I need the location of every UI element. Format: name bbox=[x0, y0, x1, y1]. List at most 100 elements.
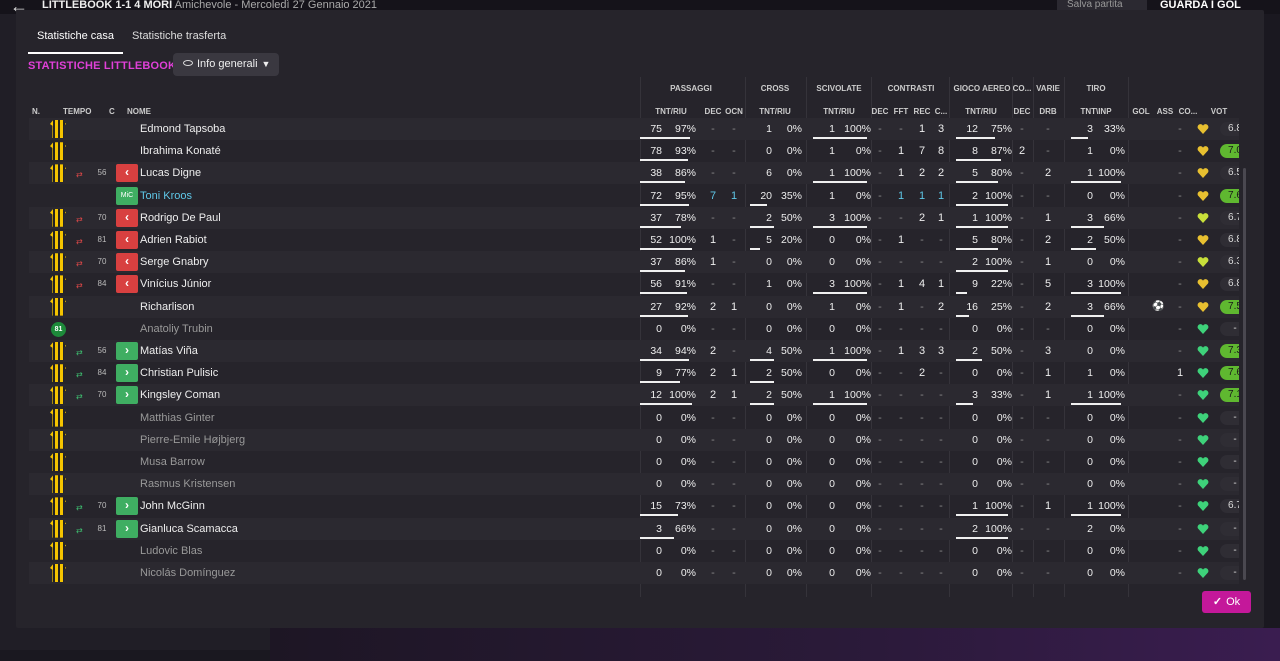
pass-dec: - bbox=[711, 211, 715, 224]
table-row[interactable]: ⇄ 70 ‹ Rodrigo De Paul 37 78% - -2 50% 3 100% - -2 1 1… bbox=[29, 206, 1239, 229]
col-con-c[interactable]: C... bbox=[933, 107, 949, 116]
shirt-icon bbox=[50, 541, 66, 560]
assists: 1 bbox=[1176, 367, 1184, 380]
con-dec: - bbox=[878, 256, 882, 269]
col-aereo-tnt[interactable]: TNT/RIU bbox=[950, 107, 1012, 116]
table-row[interactable]: ⇄ 70 › John McGinn 15 73% - -0 0% 0 0% - - - -1 100% -1 1… bbox=[29, 495, 1239, 517]
table-row[interactable]: Richarlison 27 92% 2 1 0 0% 1 0% -1-2 16 25% -2 3 66% ⚽… bbox=[29, 295, 1239, 318]
player-name[interactable]: Edmond Tapsoba bbox=[140, 118, 320, 140]
player-name[interactable]: Toni Kroos bbox=[140, 185, 320, 207]
co-dec: - bbox=[1020, 389, 1024, 402]
player-name[interactable]: Vinícius Júnior bbox=[140, 273, 320, 295]
player-name[interactable]: Matthias Ginter bbox=[140, 407, 320, 429]
col-pass-ocn[interactable]: OCN bbox=[724, 107, 744, 116]
tiro-percent: 0% bbox=[1109, 522, 1125, 535]
player-name[interactable]: Rodrigo De Paul bbox=[140, 207, 320, 229]
col-vot[interactable]: VOT bbox=[1204, 107, 1234, 116]
player-name[interactable]: Richarlison bbox=[140, 296, 320, 318]
col-co-dec[interactable]: DEC bbox=[1013, 107, 1031, 116]
col-con-rec[interactable]: REC bbox=[913, 107, 931, 116]
table-row[interactable]: ⇄ 81 › Gianluca Scamacca 3 66% - -0 0% 0 0% - - - -2 10… bbox=[29, 517, 1239, 540]
table-row[interactable]: 81 Anatoliy Trubin 0 0% - -0 0% 0 0% - - - -0 0% - -0 0%… bbox=[29, 318, 1239, 340]
pass-dec: - bbox=[711, 322, 715, 335]
table-row[interactable]: Ludovic Blas 0 0% - -0 0% 0 0% - - - -0 0% - -0 0% - - bbox=[29, 540, 1239, 562]
table-row[interactable]: ⇄ 81 ‹ Adrien Rabiot 52 100% 1-5 20% 0 0% -1- -5 80%… bbox=[29, 229, 1239, 251]
col-varie-drb[interactable]: DRB bbox=[1036, 107, 1060, 116]
table-row[interactable]: Matthias Ginter 0 0% - -0 0% 0 0% - - - -0 0% - -0 0% - - bbox=[29, 407, 1239, 429]
tiro-attempts: 1 bbox=[1087, 367, 1093, 380]
tiro-bar bbox=[1071, 248, 1096, 250]
col-nome[interactable]: NOME bbox=[127, 107, 151, 116]
table-row[interactable]: Musa Barrow 0 0% - -0 0% 0 0% - - - -0 0% - -0 0% - - bbox=[29, 451, 1239, 473]
condition-heart-icon bbox=[1197, 301, 1209, 312]
player-name[interactable]: Musa Barrow bbox=[140, 451, 320, 473]
watch-goals-button[interactable]: GUARDA I GOL bbox=[1160, 0, 1241, 11]
player-name[interactable]: Kingsley Coman bbox=[140, 384, 320, 406]
table-row[interactable]: ⇄ 84 ‹ Vinícius Júnior 56 91% - -1 0% 3 100% -1 4 1 9 2… bbox=[29, 273, 1239, 295]
pass-dec: 7 bbox=[709, 189, 717, 202]
player-name[interactable]: Christian Pulisic bbox=[140, 362, 320, 384]
col-pass-dec[interactable]: DEC bbox=[704, 107, 722, 116]
col-sciv-tnt[interactable]: TNT/RIU bbox=[808, 107, 870, 116]
player-name[interactable]: Ibrahima Konaté bbox=[140, 140, 320, 162]
con-fft: 1 bbox=[897, 345, 905, 357]
col-con-fft[interactable]: FFT bbox=[892, 107, 910, 116]
col-ass[interactable]: ASS bbox=[1154, 107, 1176, 116]
table-row[interactable]: Ibrahima Konaté 78 93% - -0 0% 1 0% -1 7 8 8 87% 2-1 0… bbox=[29, 140, 1239, 162]
cross-percent: 50% bbox=[780, 367, 802, 380]
col-pass-tnt[interactable]: TNT/RIU bbox=[641, 107, 701, 116]
scrollbar[interactable] bbox=[1243, 168, 1246, 580]
ok-button[interactable]: ✓ Ok bbox=[1202, 591, 1251, 613]
col-co2[interactable]: CO... bbox=[1177, 107, 1199, 116]
con-c: 1 bbox=[937, 189, 945, 202]
player-name[interactable]: Ludovic Blas bbox=[140, 540, 320, 562]
tab-home-stats[interactable]: Statistiche casa bbox=[28, 28, 124, 54]
tiro-attempts: 0 bbox=[1087, 411, 1093, 424]
pass-dec: - bbox=[711, 500, 715, 513]
pass-dec: 2 bbox=[709, 389, 717, 402]
player-name[interactable]: Pierre-Emile Højbjerg bbox=[140, 429, 320, 451]
table-row[interactable]: ⇄ 56 › Matías Viña 34 94% 2-4 50% 1 100% -1 3 3 2 50% -… bbox=[29, 340, 1239, 362]
player-name[interactable]: Adrien Rabiot bbox=[140, 229, 320, 251]
player-name[interactable]: John McGinn bbox=[140, 495, 320, 517]
col-cross-tnt[interactable]: TNT/RIU bbox=[746, 107, 804, 116]
pass-ocn: - bbox=[732, 544, 736, 557]
tiro-attempts: 0 bbox=[1087, 322, 1093, 335]
sciv-attempts: 0 bbox=[829, 500, 835, 513]
player-name[interactable]: Matías Viña bbox=[140, 340, 320, 362]
assists: - bbox=[1178, 456, 1182, 468]
aereo-attempts: 0 bbox=[972, 411, 978, 424]
col-tempo[interactable]: TEMPO bbox=[63, 107, 91, 116]
shirt-icon bbox=[50, 430, 66, 449]
aereo-bar bbox=[956, 181, 998, 184]
table-row[interactable]: ⇄ 70 ‹ Serge Gnabry 37 86% 1-0 0% 0 0% - - - -2 100% -1… bbox=[29, 251, 1239, 274]
col-n[interactable]: N. bbox=[32, 107, 40, 116]
tab-away-stats[interactable]: Statistiche trasferta bbox=[123, 28, 235, 54]
con-fft: 1 bbox=[897, 234, 905, 246]
col-gol[interactable]: GOL bbox=[1130, 107, 1152, 116]
col-con-dec[interactable]: DEC bbox=[871, 107, 889, 116]
match-rating: 6.7 bbox=[1220, 499, 1239, 514]
table-row[interactable]: Nicolás Domínguez 0 0% - -0 0% 0 0% - - - -0 0% - -0 0%… bbox=[29, 562, 1239, 584]
player-name[interactable]: Gianluca Scamacca bbox=[140, 518, 320, 540]
varie-drb: - bbox=[1046, 322, 1050, 335]
player-name[interactable]: Serge Gnabry bbox=[140, 251, 320, 273]
table-row[interactable]: MiC Toni Kroos 72 95% 7 1 20 35% 1 0% -1 1 1 2 100% - -0… bbox=[29, 185, 1239, 207]
player-name[interactable]: Anatoliy Trubin bbox=[140, 318, 320, 340]
table-row[interactable]: Rasmus Kristensen 0 0% - -0 0% 0 0% - - - -0 0% - -0 0%… bbox=[29, 473, 1239, 496]
player-name[interactable]: Lucas Digne bbox=[140, 162, 320, 184]
player-name[interactable]: Rasmus Kristensen bbox=[140, 473, 320, 495]
table-row[interactable]: Pierre-Emile Højbjerg 0 0% - -0 0% 0 0% - - - -0 0% -… bbox=[29, 428, 1239, 451]
varie-drb: - bbox=[1046, 456, 1050, 468]
table-row[interactable]: Edmond Tapsoba 75 97% - -1 0% 1 100% - -1 3 12 75% - -… bbox=[29, 118, 1239, 140]
table-row[interactable]: ⇄ 84 › Christian Pulisic 9 77% 2 1 2 50% 0 0% - -2-0 0… bbox=[29, 362, 1239, 384]
tiro-percent: 50% bbox=[1103, 234, 1125, 246]
player-name[interactable]: Nicolás Domínguez bbox=[140, 562, 320, 584]
table-row[interactable]: ⇄ 70 › Kingsley Coman 12 100% 2 1 2 50% 1 100% - - - -3… bbox=[29, 384, 1239, 407]
col-tiro-tnt[interactable]: TNT\INP bbox=[1066, 107, 1126, 116]
assists: - bbox=[1178, 322, 1182, 335]
view-selector-dropdown[interactable]: Info generali ▼ bbox=[173, 53, 279, 76]
table-row[interactable]: ⇄ 56 ‹ Lucas Digne 38 86% - -6 0% 1 100% -1 2 2 5 80% -2… bbox=[29, 162, 1239, 185]
co-dec: - bbox=[1020, 167, 1024, 180]
col-c[interactable]: C bbox=[109, 107, 115, 116]
